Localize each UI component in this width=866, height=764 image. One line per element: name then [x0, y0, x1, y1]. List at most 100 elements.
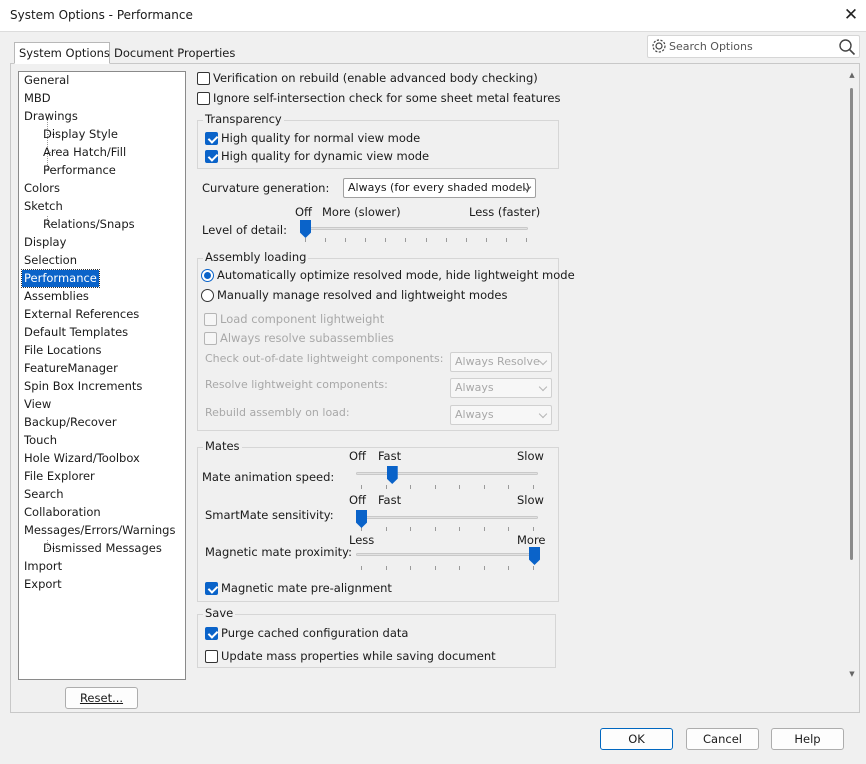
tree-item[interactable]: View [24, 396, 51, 413]
reset-label: Reset... [79, 691, 124, 705]
scrollbar-thumb[interactable] [850, 88, 853, 560]
slider-tick [483, 566, 485, 570]
tree-item[interactable]: Search [24, 486, 64, 503]
lod-label: Level of detail: [202, 223, 287, 237]
tree-item[interactable]: File Locations [24, 342, 102, 359]
smartmate-slider-track[interactable] [356, 516, 538, 519]
assembly-loading-title: Assembly loading [203, 250, 309, 264]
cancel-button[interactable]: Cancel [686, 728, 759, 750]
rebuild-on-load-select[interactable]: Always [450, 405, 552, 425]
tree-item[interactable]: File Explorer [24, 468, 95, 485]
check-ood-select[interactable]: Always Resolve [450, 352, 552, 372]
tree-item[interactable]: Hole Wizard/Toolbox [24, 450, 140, 467]
tree-item[interactable]: Import [24, 558, 62, 575]
slider-tick [508, 485, 510, 489]
mates-title: Mates [203, 439, 242, 453]
anim-speed-label: Mate animation speed: [202, 470, 335, 484]
scroll-down-arrow[interactable]: ▼ [848, 670, 856, 678]
smartmate-slider-ticks [361, 527, 534, 533]
ignore-self-intersection-checkbox[interactable] [197, 92, 210, 105]
hq-dynamic-checkbox[interactable] [205, 150, 218, 163]
reset-button[interactable]: Reset... [65, 687, 138, 709]
hq-normal-checkbox[interactable] [205, 132, 218, 145]
curvature-select[interactable]: Always (for every shaded model) [343, 178, 536, 198]
tree-item[interactable]: MBD [24, 90, 51, 107]
auto-optimize-radio[interactable] [201, 269, 214, 282]
ignore-self-intersection-label: Ignore self-intersection check for some … [213, 91, 561, 105]
curvature-label: Curvature generation: [202, 181, 330, 195]
resolve-lightweight-value: Always [455, 381, 494, 394]
tree-item[interactable]: Collaboration [24, 504, 101, 521]
transparency-title: Transparency [203, 112, 284, 126]
verification-checkbox[interactable] [197, 72, 210, 85]
tree-item[interactable]: Drawings [24, 108, 78, 125]
slider-tick [410, 566, 412, 570]
tree-item[interactable]: Selection [24, 252, 77, 269]
slider-tick [385, 566, 387, 570]
tree-item[interactable]: Performance [43, 162, 116, 179]
tree-item[interactable]: Default Templates [24, 324, 128, 341]
tab-system-options[interactable]: System Options [14, 42, 110, 64]
slider-tick [508, 527, 510, 531]
slider-tick [533, 566, 534, 570]
magnetic-less-label: Less [349, 533, 375, 547]
slider-tick [434, 485, 436, 489]
tree-item[interactable]: Touch [24, 432, 57, 449]
search-box[interactable]: Search Options [647, 35, 860, 58]
slider-tick [434, 527, 436, 531]
lod-slider-track[interactable] [302, 227, 528, 230]
slider-tick [385, 238, 387, 242]
lod-less-label: Less (faster) [469, 205, 541, 219]
tree-item[interactable]: Spin Box Increments [24, 378, 142, 395]
purge-cached-checkbox[interactable] [205, 627, 218, 640]
tree-item[interactable]: Dismissed Messages [43, 540, 162, 557]
slider-tick [345, 238, 347, 242]
tree-item[interactable]: FeatureManager [24, 360, 118, 377]
slider-tick [361, 485, 362, 489]
tree-item[interactable]: External References [24, 306, 139, 323]
tree-item[interactable]: Assemblies [24, 288, 89, 305]
help-button[interactable]: Help [771, 728, 844, 750]
tree-item[interactable]: Area Hatch/Fill [43, 144, 126, 161]
tree-item[interactable]: Messages/Errors/Warnings [24, 522, 175, 539]
slider-tick [445, 238, 447, 242]
update-mass-checkbox[interactable] [205, 650, 218, 663]
prealign-label: Magnetic mate pre-alignment [221, 581, 392, 595]
tree-item[interactable]: Display Style [43, 126, 118, 143]
slider-tick [459, 527, 461, 531]
check-ood-label: Check out-of-date lightweight components… [205, 352, 444, 365]
tree-item[interactable]: Display [24, 234, 66, 251]
slider-tick [483, 527, 485, 531]
lod-more-label: More (slower) [322, 205, 401, 219]
hq-normal-label: High quality for normal view mode [221, 131, 421, 145]
tree-item[interactable]: Performance [21, 269, 100, 288]
anim-fast-label: Fast [378, 449, 402, 463]
tree-item[interactable]: Sketch [24, 198, 63, 215]
chevron-down-icon [538, 356, 548, 366]
lod-slider-ticks [305, 238, 527, 244]
ok-button[interactable]: OK [600, 728, 673, 750]
tab-document-properties[interactable]: Document Properties [110, 43, 239, 65]
prealign-checkbox[interactable] [205, 582, 218, 595]
load-lightweight-checkbox[interactable] [204, 313, 217, 326]
tree-item[interactable]: General [24, 72, 69, 89]
tree-items: General MBD Drawings Display Style Area Hatc… [19, 72, 185, 672]
hq-dynamic-label: High quality for dynamic view mode [221, 149, 430, 163]
always-resolve-label: Always resolve subassemblies [220, 331, 394, 345]
slider-tick [425, 238, 427, 242]
search-icon[interactable] [838, 38, 856, 56]
close-icon[interactable]: ✕ [838, 2, 864, 28]
tree-item[interactable]: Backup/Recover [24, 414, 117, 431]
verification-label: Verification on rebuild (enable advanced… [213, 71, 538, 85]
magnetic-more-label: More [517, 533, 546, 547]
gear-icon[interactable] [651, 38, 667, 54]
anim-speed-slider-track[interactable] [356, 472, 538, 475]
resolve-lightweight-select[interactable]: Always [450, 378, 552, 398]
tree-item[interactable]: Relations/Snaps [43, 216, 135, 233]
manual-manage-radio[interactable] [201, 289, 214, 302]
tree-item[interactable]: Colors [24, 180, 60, 197]
scroll-up-arrow[interactable]: ▲ [848, 71, 856, 79]
always-resolve-checkbox[interactable] [204, 332, 217, 345]
magnetic-slider-track[interactable] [356, 553, 538, 556]
tree-item[interactable]: Export [24, 576, 62, 593]
